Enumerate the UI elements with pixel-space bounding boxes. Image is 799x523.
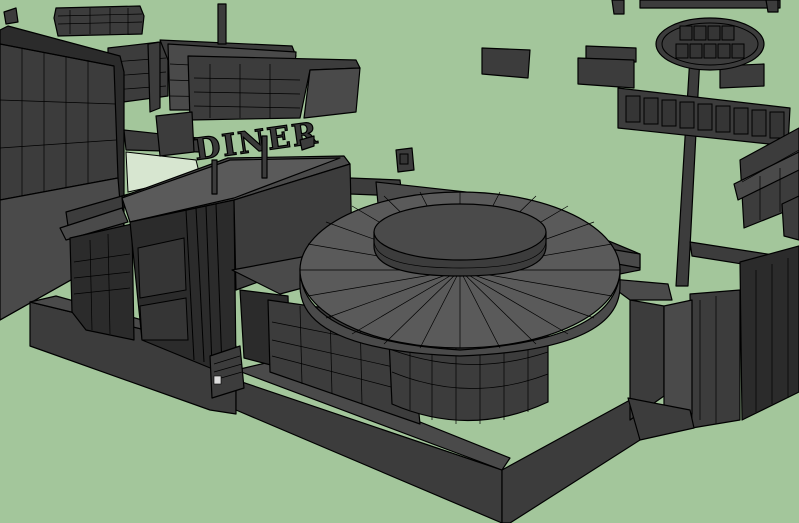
small-debris [3,7,19,25]
scene-canvas: DINER [0,0,799,523]
distant-building-top [53,5,145,37]
model-viewport[interactable]: DINER [0,0,799,523]
tall-pole [217,3,227,45]
entrance-steps [209,345,245,399]
right-edge-building [689,127,799,271]
rear-right-small-sign [395,147,415,173]
distant-building-cluster [107,39,361,121]
door-marker [213,375,222,385]
